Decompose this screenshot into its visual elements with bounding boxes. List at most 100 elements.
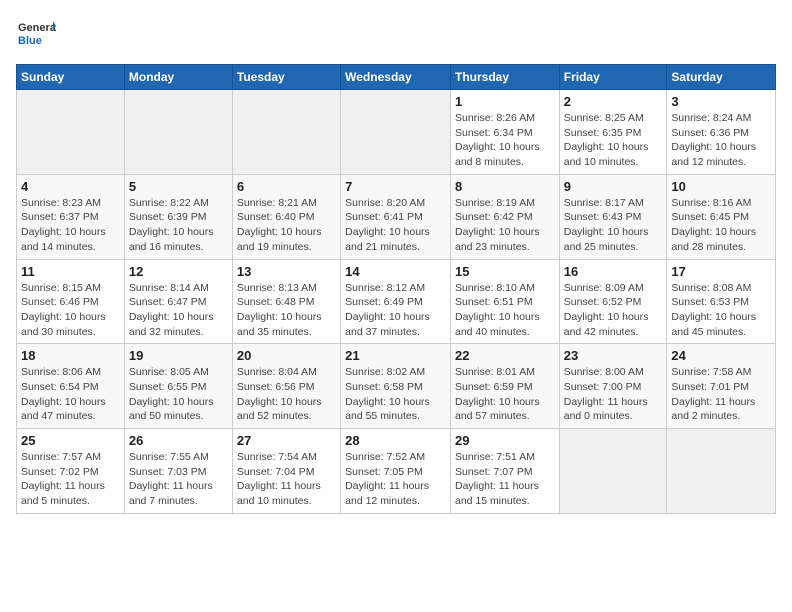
day-number: 25 [21, 433, 120, 448]
day-number: 27 [237, 433, 336, 448]
day-cell: 27 Sunrise: 7:54 AM Sunset: 7:04 PM Dayli… [232, 429, 340, 514]
day-info: Sunrise: 8:02 AM Sunset: 6:58 PM Dayligh… [345, 365, 446, 424]
day-number: 8 [455, 179, 555, 194]
weekday-monday: Monday [124, 65, 232, 90]
weekday-saturday: Saturday [667, 65, 776, 90]
day-info: Sunrise: 8:21 AM Sunset: 6:40 PM Dayligh… [237, 196, 336, 255]
week-row-1: 1 Sunrise: 8:26 AM Sunset: 6:34 PM Daylig… [17, 90, 776, 175]
day-cell: 9 Sunrise: 8:17 AM Sunset: 6:43 PM Daylig… [559, 174, 667, 259]
day-number: 11 [21, 264, 120, 279]
day-cell: 25 Sunrise: 7:57 AM Sunset: 7:02 PM Dayli… [17, 429, 125, 514]
day-cell: 5 Sunrise: 8:22 AM Sunset: 6:39 PM Daylig… [124, 174, 232, 259]
day-number: 19 [129, 348, 228, 363]
day-info: Sunrise: 8:06 AM Sunset: 6:54 PM Dayligh… [21, 365, 120, 424]
day-number: 22 [455, 348, 555, 363]
day-info: Sunrise: 8:20 AM Sunset: 6:41 PM Dayligh… [345, 196, 446, 255]
day-info: Sunrise: 7:58 AM Sunset: 7:01 PM Dayligh… [671, 365, 771, 424]
day-cell [559, 429, 667, 514]
day-info: Sunrise: 7:57 AM Sunset: 7:02 PM Dayligh… [21, 450, 120, 509]
day-cell [341, 90, 451, 175]
day-info: Sunrise: 7:52 AM Sunset: 7:05 PM Dayligh… [345, 450, 446, 509]
day-cell: 17Sunrise: 8:08 AM Sunset: 6:53 PM Dayli… [667, 259, 776, 344]
day-cell: 28 Sunrise: 7:52 AM Sunset: 7:05 PM Dayli… [341, 429, 451, 514]
day-cell: 12 Sunrise: 8:14 AM Sunset: 6:47 PM Dayli… [124, 259, 232, 344]
day-number: 10 [671, 179, 771, 194]
page-header: General Blue [16, 16, 776, 56]
day-cell: 14 Sunrise: 8:12 AM Sunset: 6:49 PM Dayli… [341, 259, 451, 344]
day-cell: 13 Sunrise: 8:13 AM Sunset: 6:48 PM Dayli… [232, 259, 340, 344]
day-info: Sunrise: 8:10 AM Sunset: 6:51 PM Dayligh… [455, 281, 555, 340]
day-info: Sunrise: 8:04 AM Sunset: 6:56 PM Dayligh… [237, 365, 336, 424]
day-info: Sunrise: 7:51 AM Sunset: 7:07 PM Dayligh… [455, 450, 555, 509]
day-cell [232, 90, 340, 175]
day-number: 29 [455, 433, 555, 448]
day-info: Sunrise: 8:13 AM Sunset: 6:48 PM Dayligh… [237, 281, 336, 340]
day-cell: 11Sunrise: 8:15 AM Sunset: 6:46 PM Dayli… [17, 259, 125, 344]
day-info: Sunrise: 8:22 AM Sunset: 6:39 PM Dayligh… [129, 196, 228, 255]
day-number: 4 [21, 179, 120, 194]
weekday-friday: Friday [559, 65, 667, 90]
day-number: 3 [671, 94, 771, 109]
weekday-wednesday: Wednesday [341, 65, 451, 90]
logo: General Blue [16, 16, 56, 56]
weekday-thursday: Thursday [450, 65, 559, 90]
weekday-sunday: Sunday [17, 65, 125, 90]
day-number: 2 [564, 94, 663, 109]
day-info: Sunrise: 8:23 AM Sunset: 6:37 PM Dayligh… [21, 196, 120, 255]
day-cell: 2Sunrise: 8:25 AM Sunset: 6:35 PM Daylig… [559, 90, 667, 175]
day-cell: 6 Sunrise: 8:21 AM Sunset: 6:40 PM Daylig… [232, 174, 340, 259]
day-info: Sunrise: 8:26 AM Sunset: 6:34 PM Dayligh… [455, 111, 555, 170]
day-cell: 23 Sunrise: 8:00 AM Sunset: 7:00 PM Dayli… [559, 344, 667, 429]
day-number: 1 [455, 94, 555, 109]
day-cell [124, 90, 232, 175]
day-info: Sunrise: 7:54 AM Sunset: 7:04 PM Dayligh… [237, 450, 336, 509]
day-number: 28 [345, 433, 446, 448]
logo-svg: General Blue [16, 16, 56, 56]
day-cell: 20 Sunrise: 8:04 AM Sunset: 6:56 PM Dayli… [232, 344, 340, 429]
day-number: 18 [21, 348, 120, 363]
day-cell: 18 Sunrise: 8:06 AM Sunset: 6:54 PM Dayli… [17, 344, 125, 429]
day-number: 20 [237, 348, 336, 363]
day-number: 16 [564, 264, 663, 279]
weekday-tuesday: Tuesday [232, 65, 340, 90]
day-number: 21 [345, 348, 446, 363]
day-cell: 3 Sunrise: 8:24 AM Sunset: 6:36 PM Daylig… [667, 90, 776, 175]
day-cell: 21 Sunrise: 8:02 AM Sunset: 6:58 PM Dayli… [341, 344, 451, 429]
day-info: Sunrise: 8:19 AM Sunset: 6:42 PM Dayligh… [455, 196, 555, 255]
day-info: Sunrise: 8:14 AM Sunset: 6:47 PM Dayligh… [129, 281, 228, 340]
day-info: Sunrise: 8:17 AM Sunset: 6:43 PM Dayligh… [564, 196, 663, 255]
day-number: 7 [345, 179, 446, 194]
day-number: 13 [237, 264, 336, 279]
day-number: 9 [564, 179, 663, 194]
calendar-table: SundayMondayTuesdayWednesdayThursdayFrid… [16, 64, 776, 514]
week-row-4: 18 Sunrise: 8:06 AM Sunset: 6:54 PM Dayli… [17, 344, 776, 429]
week-row-5: 25 Sunrise: 7:57 AM Sunset: 7:02 PM Dayli… [17, 429, 776, 514]
day-cell: 15 Sunrise: 8:10 AM Sunset: 6:51 PM Dayli… [450, 259, 559, 344]
day-number: 15 [455, 264, 555, 279]
svg-text:Blue: Blue [18, 35, 42, 47]
day-number: 26 [129, 433, 228, 448]
day-info: Sunrise: 8:01 AM Sunset: 6:59 PM Dayligh… [455, 365, 555, 424]
day-cell: 24Sunrise: 7:58 AM Sunset: 7:01 PM Dayli… [667, 344, 776, 429]
day-number: 17 [671, 264, 771, 279]
week-row-2: 4 Sunrise: 8:23 AM Sunset: 6:37 PM Daylig… [17, 174, 776, 259]
logo-container: General Blue [16, 16, 56, 56]
day-info: Sunrise: 8:05 AM Sunset: 6:55 PM Dayligh… [129, 365, 228, 424]
day-number: 12 [129, 264, 228, 279]
day-info: Sunrise: 8:00 AM Sunset: 7:00 PM Dayligh… [564, 365, 663, 424]
day-cell: 1 Sunrise: 8:26 AM Sunset: 6:34 PM Daylig… [450, 90, 559, 175]
day-cell: 7 Sunrise: 8:20 AM Sunset: 6:41 PM Daylig… [341, 174, 451, 259]
day-info: Sunrise: 8:24 AM Sunset: 6:36 PM Dayligh… [671, 111, 771, 170]
day-info: Sunrise: 8:12 AM Sunset: 6:49 PM Dayligh… [345, 281, 446, 340]
day-number: 5 [129, 179, 228, 194]
svg-text:General: General [18, 22, 56, 34]
week-row-3: 11Sunrise: 8:15 AM Sunset: 6:46 PM Dayli… [17, 259, 776, 344]
day-number: 23 [564, 348, 663, 363]
day-number: 14 [345, 264, 446, 279]
calendar-body: 1 Sunrise: 8:26 AM Sunset: 6:34 PM Daylig… [17, 90, 776, 514]
day-cell: 19 Sunrise: 8:05 AM Sunset: 6:55 PM Dayli… [124, 344, 232, 429]
day-info: Sunrise: 8:16 AM Sunset: 6:45 PM Dayligh… [671, 196, 771, 255]
day-cell: 16Sunrise: 8:09 AM Sunset: 6:52 PM Dayli… [559, 259, 667, 344]
day-number: 6 [237, 179, 336, 194]
day-info: Sunrise: 7:55 AM Sunset: 7:03 PM Dayligh… [129, 450, 228, 509]
